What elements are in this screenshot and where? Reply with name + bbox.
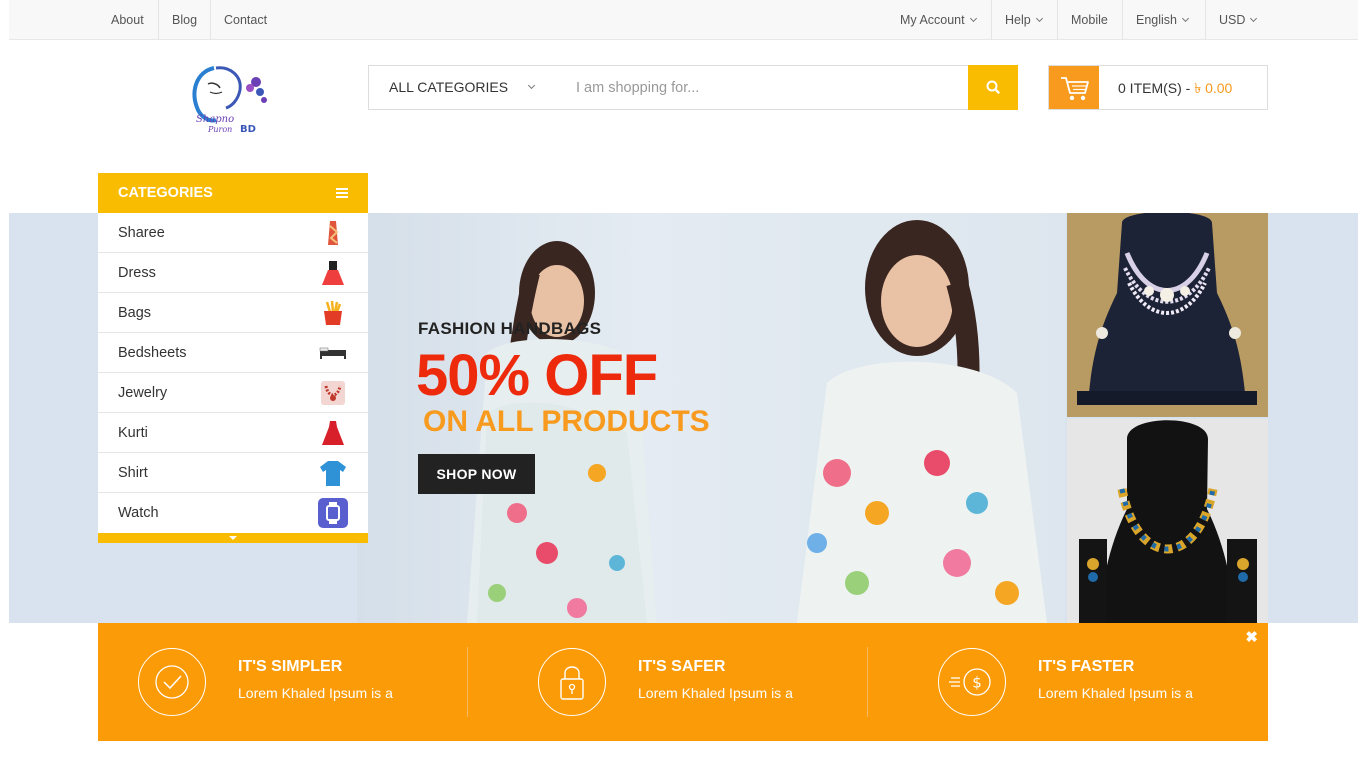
logo-text-1: Shapno [196,114,234,125]
search-icon [986,80,1000,94]
cart-items-text: 0 ITEM(S) - [1118,80,1195,96]
cart-total: ৳ 0.00 [1194,80,1233,96]
language-label: English [1136,13,1177,27]
logo-text-3: BD [240,124,256,135]
blog-link[interactable]: Blog [158,0,210,40]
feature-faster: $ IT'S FASTER Lorem Khaled Ipsum is a [898,623,1268,741]
category-label: Sharee [118,225,165,241]
category-item-bedsheets[interactable]: Bedsheets [98,333,368,373]
currency-label: USD [1219,13,1246,27]
language-menu[interactable]: English [1122,0,1201,40]
kurti-icon [322,421,344,445]
category-item-kurti[interactable]: Kurti [98,413,368,453]
menu-icon [336,188,348,198]
dollar-icon: $ [938,648,1006,716]
cart-icon [1049,66,1099,109]
feature-desc: Lorem Khaled Ipsum is a [638,685,793,701]
bags-icon [324,300,342,325]
feature-title: IT'S SIMPLER [238,658,343,675]
sharee-icon [328,221,339,245]
hero-subtitle: FASHION HANDBAGS [418,319,602,338]
category-label: Shirt [118,465,148,481]
category-item-jewelry[interactable]: Jewelry [98,373,368,413]
shirt-icon [320,461,346,486]
chevron-down-icon [527,81,536,90]
help-label: Help [1005,13,1031,27]
category-label: Jewelry [118,385,168,401]
feature-safer: IT'S SAFER Lorem Khaled Ipsum is a [498,623,868,741]
feature-simpler: IT'S SIMPLER Lorem Khaled Ipsum is a [98,623,468,741]
feature-desc: Lorem Khaled Ipsum is a [238,685,393,701]
feature-title: IT'S FASTER [1038,658,1135,675]
help-menu[interactable]: Help [991,0,1055,40]
hero-tagline: ON ALL PRODUCTS [423,405,710,438]
category-item-shirt[interactable]: Shirt [98,453,368,493]
categories-expand-button[interactable] [98,533,368,543]
hero-headline: 50% OFF [416,343,658,408]
category-select[interactable]: ALL CATEGORIES [368,65,551,110]
chevron-down-icon [969,14,977,23]
shop-now-button[interactable]: SHOP NOW [418,454,535,494]
category-label: Kurti [118,425,148,441]
chevron-down-icon [1250,14,1258,23]
about-link[interactable]: About [98,0,157,40]
my-account-menu[interactable]: My Account [887,0,989,40]
necklace-promo-image-2[interactable] [1067,419,1268,623]
category-item-watch[interactable]: Watch [98,493,368,533]
contact-link[interactable]: Contact [210,0,280,40]
search-button[interactable] [968,65,1018,110]
feature-desc: Lorem Khaled Ipsum is a [1038,685,1193,701]
chevron-down-icon [1181,14,1190,23]
mobile-link[interactable]: Mobile [1057,0,1121,40]
category-label: Dress [118,265,156,281]
caret-down-icon [229,536,237,540]
category-label: Watch [118,505,159,521]
check-icon [138,648,206,716]
top-bar: About Blog Contact My Account Help Mobil… [9,0,1358,40]
categories-header[interactable]: CATEGORIES [98,173,368,213]
feature-divider [467,647,468,717]
categories-header-label: CATEGORIES [118,185,213,201]
jewelry-icon [321,381,345,405]
svg-text:$: $ [972,674,982,692]
feature-title: IT'S SAFER [638,658,726,675]
watch-icon [318,498,348,528]
categories-panel: CATEGORIES Sharee Dress Bags Bedsheets J… [98,173,368,543]
feature-divider [867,647,868,717]
category-select-label: ALL CATEGORIES [389,79,509,95]
cart-summary: 0 ITEM(S) - ৳ 0.00 [1118,66,1232,111]
my-account-label: My Account [900,13,965,27]
category-item-bags[interactable]: Bags [98,293,368,333]
category-item-dress[interactable]: Dress [98,253,368,293]
category-label: Bags [118,305,152,321]
necklace-promo-image-1[interactable] [1067,213,1268,417]
category-label: Bedsheets [118,345,187,361]
chevron-down-icon [1035,14,1043,23]
search-input[interactable] [550,65,969,110]
bedsheet-icon [319,347,346,359]
features-bar: ✖ IT'S SIMPLER Lorem Khaled Ipsum is a I… [98,623,1268,741]
logo-text-2: Puron [207,125,232,134]
currency-menu[interactable]: USD [1205,0,1269,40]
category-item-sharee[interactable]: Sharee [98,213,368,253]
site-logo[interactable]: Shapno Puron BD [186,62,278,140]
dress-icon [322,261,344,285]
lock-icon [538,648,606,716]
cart-button[interactable]: 0 ITEM(S) - ৳ 0.00 [1048,65,1268,110]
